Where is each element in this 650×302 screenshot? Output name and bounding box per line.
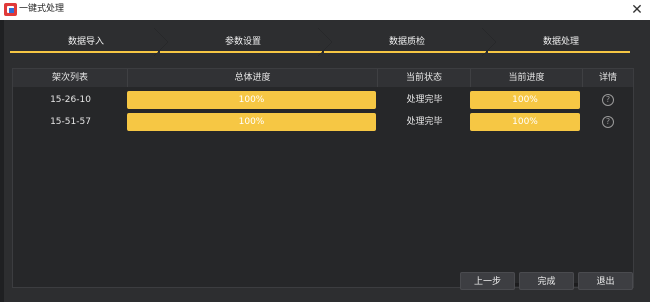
step-quality-check: 数据质检 (318, 28, 496, 56)
step-active-indicator (160, 51, 322, 53)
table-row[interactable]: 15-26-10 100% 处理完毕 100% ? (13, 89, 633, 111)
exit-button[interactable]: 退出 (578, 272, 633, 290)
step-data-import: 数据导入 (4, 28, 168, 56)
step-active-indicator (10, 51, 158, 53)
step-active-indicator (488, 51, 630, 53)
current-progress-bar: 100% (470, 91, 580, 109)
window-title: 一键式处理 (19, 4, 65, 14)
overall-progress-bar: 100% (127, 91, 376, 109)
step-active-indicator (324, 51, 486, 53)
title-bar: 一键式处理 ✕ (0, 0, 650, 20)
column-header-current-status: 当前状态 (378, 69, 471, 87)
dialog-body: 数据导入 参数设置 数据质检 数据处理 架次列表 总体进度 当前状态 当前进度 … (0, 20, 650, 302)
status-text: 处理完毕 (406, 95, 443, 105)
table-row[interactable]: 15-51-57 100% 处理完毕 100% ? (13, 111, 633, 133)
step-data-processing: 数据处理 (482, 28, 640, 56)
table-header: 架次列表 总体进度 当前状态 当前进度 详情 (13, 69, 633, 87)
overall-progress-bar: 100% (127, 113, 376, 131)
flight-name: 15-51-57 (50, 117, 91, 127)
previous-step-button[interactable]: 上一步 (460, 272, 515, 290)
current-progress-bar: 100% (470, 113, 580, 131)
column-header-overall-progress: 总体进度 (128, 69, 378, 87)
help-icon[interactable]: ? (602, 116, 614, 128)
step-parameter-settings: 参数设置 (154, 28, 332, 56)
help-icon[interactable]: ? (602, 94, 614, 106)
status-text: 处理完毕 (406, 117, 443, 127)
app-icon (4, 3, 17, 16)
column-header-current-progress: 当前进度 (471, 69, 583, 87)
column-header-details: 详情 (598, 73, 617, 83)
column-header-flight-list: 架次列表 (13, 69, 128, 87)
step-progress-bar: 数据导入 参数设置 数据质检 数据处理 (4, 28, 640, 56)
close-button[interactable]: ✕ (628, 1, 646, 19)
finish-button[interactable]: 完成 (519, 272, 574, 290)
flight-progress-table: 架次列表 总体进度 当前状态 当前进度 详情 15-26-10 100% 处理完… (12, 68, 634, 288)
flight-name: 15-26-10 (50, 95, 91, 105)
